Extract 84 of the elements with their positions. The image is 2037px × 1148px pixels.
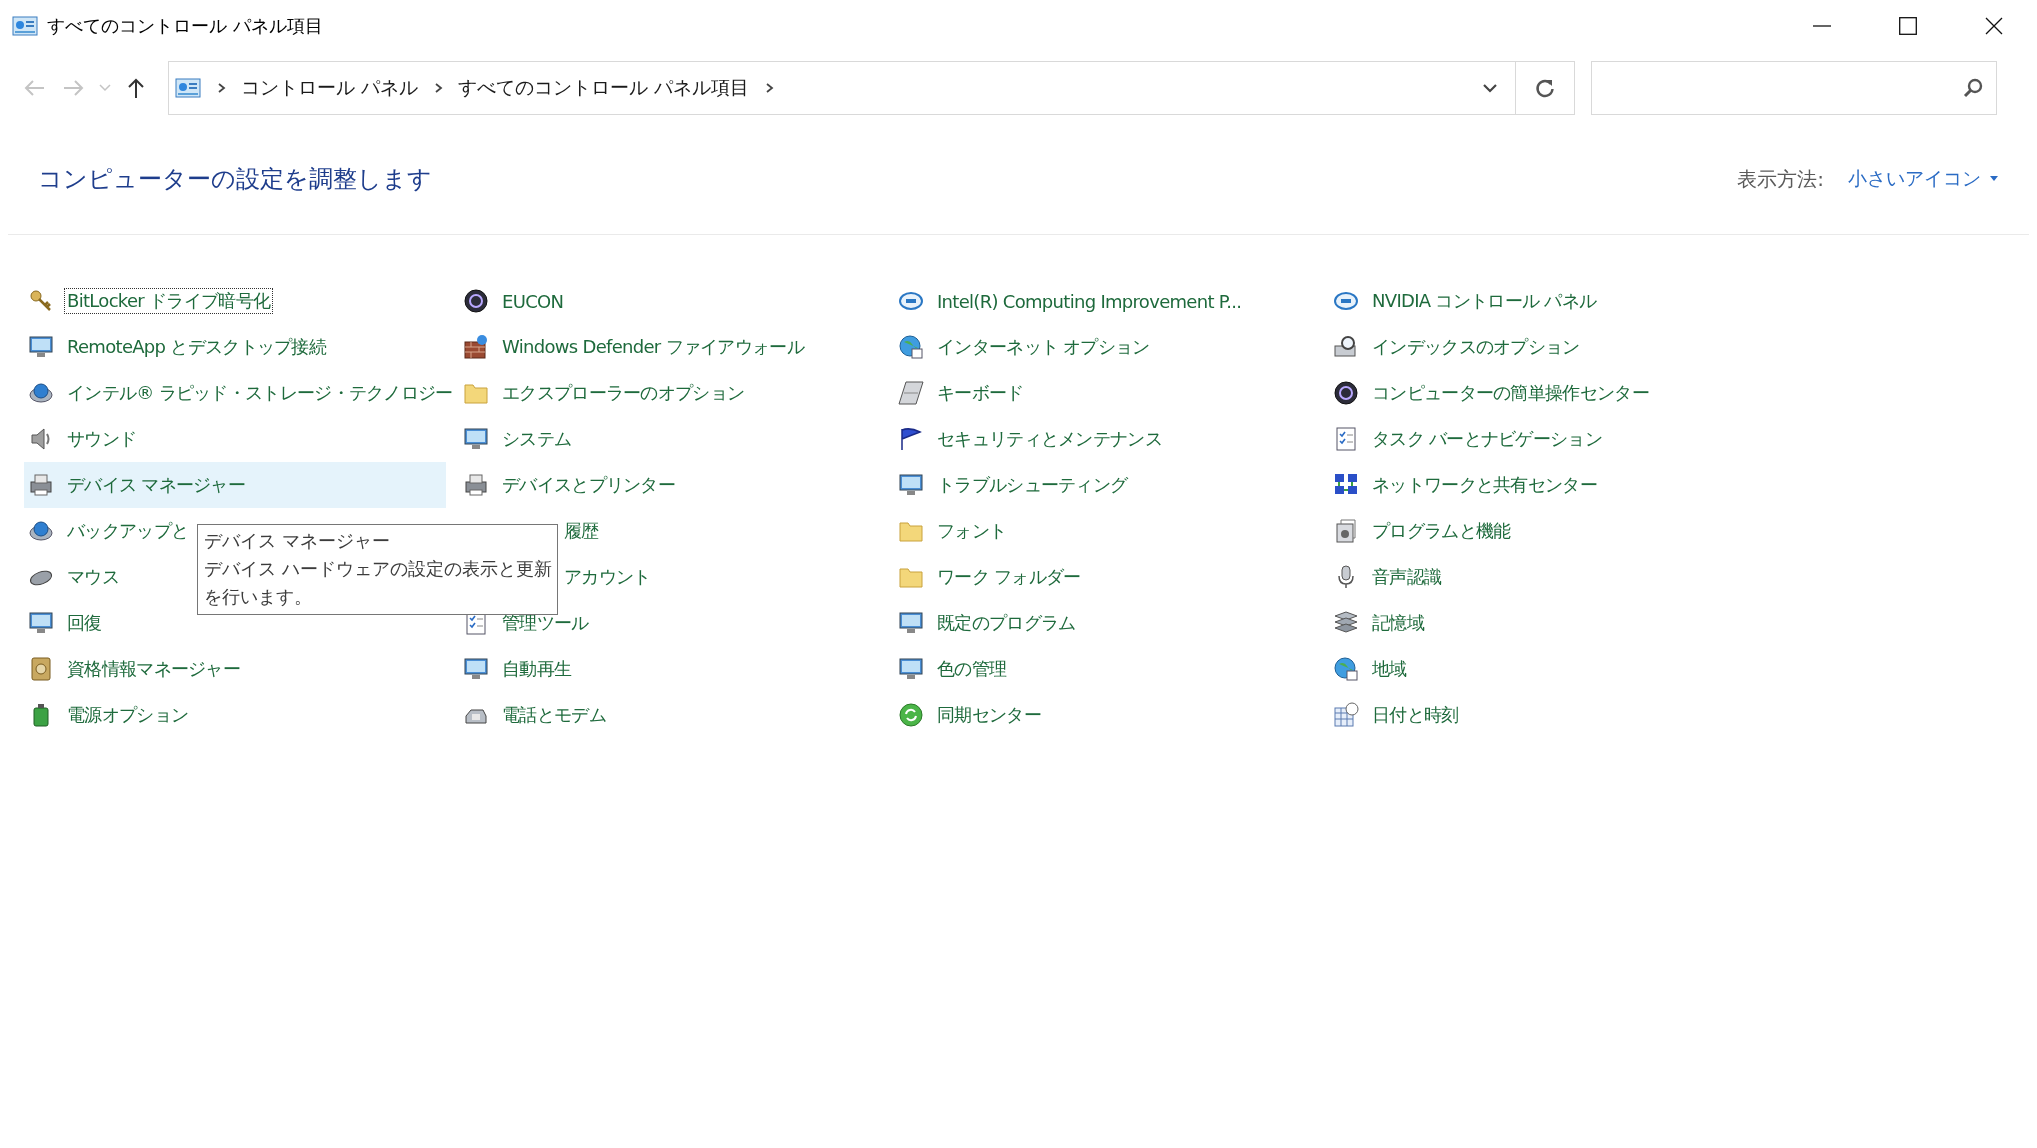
applet-link[interactable]: 電源オプション [64, 702, 192, 728]
monitor-icon [898, 472, 924, 498]
flag-icon [898, 426, 924, 452]
applet-link[interactable]: インデックスのオプション [1369, 334, 1583, 360]
circle-icon [463, 288, 489, 314]
applet-link[interactable]: キーボード [934, 380, 1027, 406]
safe-icon [28, 656, 54, 682]
applet-link[interactable]: インターネット オプション [934, 334, 1153, 360]
printer-icon [28, 472, 54, 498]
search-icon [1962, 77, 1984, 99]
applet-link[interactable]: コンピューターの簡単操作センター [1369, 380, 1652, 406]
applet-link[interactable]: 同期センター [934, 702, 1044, 728]
applet-link[interactable]: デバイス マネージャー [64, 472, 249, 498]
applet-link[interactable]: BitLocker ドライブ暗号化 [64, 288, 274, 314]
view-by-dropdown[interactable]: 小さいアイコン [1848, 166, 1999, 192]
breadcrumb-link[interactable]: コントロール パネル [241, 75, 419, 101]
monitor-icon [898, 610, 924, 636]
printer-icon [463, 472, 489, 498]
calendar-icon [1333, 702, 1359, 728]
applet-link[interactable]: バックアップと [64, 518, 192, 544]
applet-link[interactable]: 資格情報マネージャー [64, 656, 243, 682]
maximize-icon [1899, 17, 1917, 35]
address-bar[interactable]: コントロール パネル すべてのコントロール パネル項目 [168, 61, 1516, 115]
applet-link[interactable]: タスク バーとナビゲーション [1369, 426, 1605, 452]
control-panel-icon [175, 77, 201, 99]
applet-link[interactable]: ワーク フォルダー [934, 564, 1084, 590]
applet-link[interactable]: 電話とモデム [499, 702, 609, 728]
sync-icon [898, 702, 924, 728]
wall-icon [463, 334, 489, 360]
applet-link[interactable]: RemoteApp とデスクトップ接続 [64, 334, 330, 360]
view-by-label: 表示方法: [1737, 165, 1824, 193]
search-field[interactable] [1591, 61, 1997, 115]
circle-icon [1333, 380, 1359, 406]
applet-link[interactable]: アカウント [561, 564, 654, 590]
applet-link[interactable]: トラブルシューティング [934, 472, 1131, 498]
stack-icon [1333, 610, 1359, 636]
page-heading: コンピューターの設定を調整します [38, 164, 432, 195]
checklist-icon [1333, 426, 1359, 452]
control-panel-icon [12, 16, 38, 36]
monitor-icon [28, 334, 54, 360]
applet-link[interactable]: セキュリティとメンテナンス [934, 426, 1165, 452]
applet-link[interactable]: 日付と時刻 [1369, 702, 1462, 728]
monitor-icon [463, 426, 489, 452]
monitor-icon [28, 610, 54, 636]
applet-link[interactable]: 記憶域 [1369, 610, 1427, 636]
globe-icon [898, 334, 924, 360]
applet-link[interactable]: 色の管理 [934, 656, 1010, 682]
applet-link[interactable]: NVIDIA コントロール パネル [1369, 288, 1600, 314]
applet-link[interactable]: エクスプローラーのオプション [499, 380, 748, 406]
globe-icon [1333, 656, 1359, 682]
applet-link[interactable]: 回復 [64, 610, 105, 636]
monitor-icon [463, 656, 489, 682]
applet-link[interactable]: 既定のプログラム [934, 610, 1079, 636]
chevron-down-icon [1482, 82, 1498, 94]
applet-link[interactable]: デバイスとプリンター [499, 472, 678, 498]
applet-link[interactable]: 地域 [1369, 656, 1410, 682]
applet-link[interactable]: Windows Defender ファイアウォール [499, 334, 807, 360]
applet-link[interactable]: サウンド [64, 426, 140, 452]
applet-link[interactable]: ネットワークと共有センター [1369, 472, 1600, 498]
highlighted-row[interactable]: デバイス マネージャー [24, 462, 446, 508]
applet-link[interactable]: 履歴 [561, 518, 602, 544]
applet-link[interactable]: プログラムと機能 [1369, 518, 1514, 544]
search-icon [1333, 334, 1359, 360]
keyboard-icon [898, 380, 924, 406]
applet-link[interactable]: Intel(R) Computing Improvement P... [934, 289, 1245, 313]
applet-link[interactable]: システム [499, 426, 575, 452]
applet-link[interactable]: フォント [934, 518, 1010, 544]
minimize-icon [1813, 25, 1831, 27]
applet-link[interactable]: インテル® ラピッド・ストレージ・テクノロジー [64, 380, 456, 406]
applet-link[interactable]: 音声認識 [1369, 564, 1445, 590]
refresh-button[interactable] [1516, 61, 1575, 115]
applet-link[interactable]: 管理ツール [499, 610, 592, 636]
tooltip-title: デバイス マネージャー [204, 530, 391, 553]
close-icon [1985, 17, 2003, 35]
window-title: すべてのコントロール パネル項目 [47, 14, 323, 38]
tooltip-description: デバイス ハードウェアの設定の表示と更新を行います。 [204, 558, 552, 609]
monitor-icon [898, 656, 924, 682]
breadcrumb-link[interactable]: すべてのコントロール パネル項目 [458, 75, 750, 101]
applet-link[interactable]: EUCON [499, 289, 567, 313]
applet-link[interactable]: マウス [64, 564, 122, 590]
dropdown-arrow-icon [1989, 176, 1999, 182]
chevron-down-icon [99, 84, 111, 92]
applet-link[interactable]: 自動再生 [499, 656, 575, 682]
refresh-icon [1534, 77, 1556, 99]
